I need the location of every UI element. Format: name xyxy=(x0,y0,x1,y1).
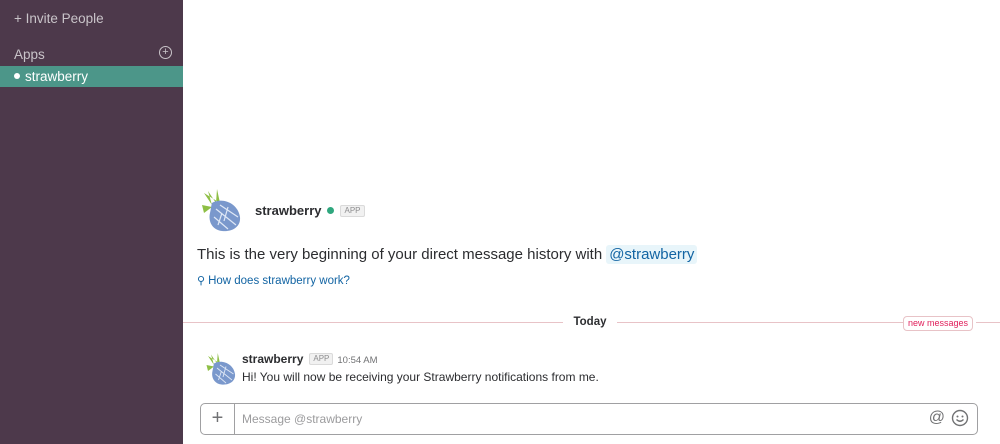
apps-header-label[interactable]: Apps xyxy=(14,47,45,62)
intro-text: This is the very beginning of your direc… xyxy=(197,245,698,264)
divider-line xyxy=(617,322,903,323)
message-author[interactable]: strawberry xyxy=(242,352,303,366)
add-app-icon[interactable]: + xyxy=(159,46,172,59)
message-header: strawberry APP 10:54 AM xyxy=(242,352,378,366)
how-does-it-work-link[interactable]: ⚲ How does strawberry work? xyxy=(197,274,350,287)
app-badge: APP xyxy=(340,204,365,217)
how-link-label: How does strawberry work? xyxy=(208,275,350,287)
smiley-icon[interactable] xyxy=(951,409,969,427)
apps-section-header: Apps + xyxy=(14,46,172,62)
sidebar-item-label: strawberry xyxy=(25,69,89,84)
mention-link[interactable]: @strawberry xyxy=(606,245,698,264)
message-composer: + @ xyxy=(200,403,978,435)
intro-title: strawberry APP xyxy=(255,203,365,218)
day-divider-label: Today xyxy=(563,314,617,330)
divider-line xyxy=(976,322,1000,323)
intro-sentence: This is the very beginning of your direc… xyxy=(197,246,603,263)
divider-line xyxy=(183,322,563,323)
message-text: Hi! You will now be receiving your Straw… xyxy=(242,370,599,384)
invite-people-link[interactable]: + Invite People xyxy=(14,11,104,26)
add-attachment-button[interactable]: + xyxy=(201,404,235,434)
lightbulb-icon: ⚲ xyxy=(197,275,206,287)
sidebar: + Invite People Apps + strawberry xyxy=(0,0,183,444)
app-badge: APP xyxy=(309,352,334,365)
intro-app-name[interactable]: strawberry xyxy=(255,203,321,218)
message-timestamp[interactable]: 10:54 AM xyxy=(337,355,377,366)
sidebar-item-strawberry[interactable]: strawberry xyxy=(0,66,183,87)
presence-icon xyxy=(327,207,335,215)
mention-icon[interactable]: @ xyxy=(929,409,945,427)
strawberry-icon xyxy=(202,189,241,232)
message-input[interactable] xyxy=(242,411,882,427)
presence-dot-icon xyxy=(14,73,20,80)
message-pane: strawberry APP This is the very beginning… xyxy=(183,0,1000,444)
new-messages-badge[interactable]: new messages xyxy=(903,316,974,331)
strawberry-icon[interactable] xyxy=(203,350,237,386)
